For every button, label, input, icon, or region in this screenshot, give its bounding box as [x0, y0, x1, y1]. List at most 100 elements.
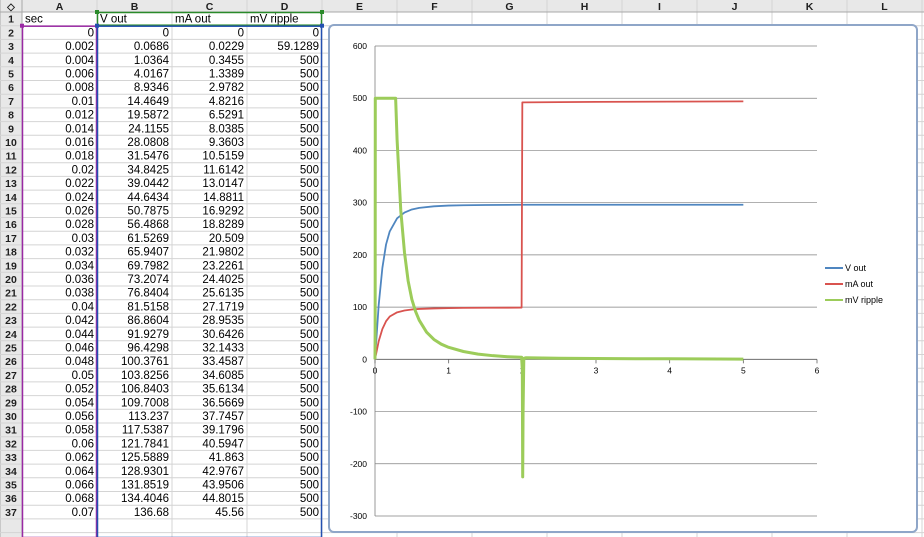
cell-c20[interactable]: 24.4025	[202, 274, 244, 286]
cell-d15[interactable]: 500	[300, 206, 319, 218]
cell-a19[interactable]: 0.034	[65, 260, 94, 272]
cell-c24[interactable]: 30.6426	[202, 329, 244, 341]
cell-b32[interactable]: 121.7841	[121, 438, 169, 450]
range-handle[interactable]	[95, 10, 99, 14]
row-header-2[interactable]: 2	[8, 27, 14, 39]
cell-d9[interactable]: 500	[300, 123, 319, 135]
range-handle[interactable]	[20, 23, 24, 28]
cell-a32[interactable]: 0.06	[72, 438, 94, 450]
cell-d2[interactable]: 0	[313, 27, 319, 39]
cell-c19[interactable]: 23.2261	[202, 260, 244, 272]
row-header-10[interactable]: 10	[5, 137, 17, 149]
cell-a17[interactable]: 0.03	[72, 233, 94, 245]
cell-a34[interactable]: 0.064	[65, 466, 94, 478]
cell-d23[interactable]: 500	[300, 315, 319, 327]
cell-d7[interactable]: 500	[300, 96, 319, 108]
cell-d24[interactable]: 500	[300, 329, 319, 341]
cell-d8[interactable]: 500	[300, 110, 319, 122]
cell-c11[interactable]: 10.5159	[202, 151, 244, 163]
cell-c31[interactable]: 39.1796	[202, 425, 244, 437]
cell-a31[interactable]: 0.058	[65, 425, 94, 437]
row-header-13[interactable]: 13	[5, 178, 17, 190]
cell-b20[interactable]: 73.2074	[127, 274, 169, 286]
row-header-6[interactable]: 6	[8, 82, 14, 94]
cell-a4[interactable]: 0.004	[65, 55, 94, 67]
cell-b18[interactable]: 65.9407	[127, 247, 169, 259]
cell-a20[interactable]: 0.036	[65, 274, 94, 286]
cell-a7[interactable]: 0.01	[72, 96, 94, 108]
row-header-29[interactable]: 29	[5, 397, 17, 409]
row-header-11[interactable]: 11	[5, 151, 16, 163]
cell-a9[interactable]: 0.014	[65, 123, 94, 135]
cell-c17[interactable]: 20.509	[209, 233, 244, 245]
row-header-5[interactable]: 5	[8, 69, 14, 81]
cell-b23[interactable]: 86.8604	[127, 315, 169, 327]
row-header-12[interactable]: 12	[5, 164, 17, 176]
cell-b12[interactable]: 34.8425	[127, 164, 169, 176]
cell-b15[interactable]: 50.7875	[127, 206, 169, 218]
cell-a16[interactable]: 0.028	[65, 219, 94, 231]
cell-b22[interactable]: 81.5158	[127, 301, 169, 313]
cell-c34[interactable]: 42.9767	[202, 466, 244, 478]
row-header-26[interactable]: 26	[5, 356, 17, 368]
row-header-23[interactable]: 23	[5, 315, 17, 327]
cell-a35[interactable]: 0.066	[65, 480, 94, 492]
cell-c35[interactable]: 43.9506	[202, 480, 244, 492]
cell-b35[interactable]: 131.8519	[121, 480, 169, 492]
cell-b24[interactable]: 91.9279	[127, 329, 169, 341]
embedded-chart[interactable]: 600 500 400 300 200 100 0 -100 -200 -300 0 1 2 3 4 5 6 V …	[328, 24, 918, 533]
row-header-28[interactable]: 28	[5, 384, 17, 396]
cell-c2[interactable]: 0	[238, 27, 244, 39]
cell-b28[interactable]: 106.8403	[121, 384, 169, 396]
cell-d19[interactable]: 500	[300, 260, 319, 272]
cell-c27[interactable]: 34.6085	[202, 370, 244, 382]
cell-b14[interactable]: 44.6434	[127, 192, 169, 204]
cell-a15[interactable]: 0.026	[65, 206, 94, 218]
cell-c3[interactable]: 0.0229	[209, 41, 244, 53]
cell-b6[interactable]: 8.9346	[134, 82, 169, 94]
row-header-15[interactable]: 15	[5, 206, 17, 218]
cell-b26[interactable]: 100.3761	[121, 356, 169, 368]
cell-d17[interactable]: 500	[300, 233, 319, 245]
row-header-34[interactable]: 34	[5, 466, 17, 478]
cell-b2[interactable]: 0	[163, 27, 169, 39]
column-header-h[interactable]: H	[581, 1, 589, 13]
column-header-k[interactable]: K	[806, 1, 814, 13]
cell-b5[interactable]: 4.0167	[134, 69, 169, 81]
row-header-1[interactable]: 1	[8, 14, 14, 26]
cell-b7[interactable]: 14.4649	[127, 96, 169, 108]
range-handle[interactable]	[320, 10, 324, 14]
select-all-corner[interactable]: ◇	[6, 2, 15, 13]
row-header-32[interactable]: 32	[5, 438, 17, 450]
cell-a8[interactable]: 0.012	[65, 110, 94, 122]
cell-a12[interactable]: 0.02	[72, 164, 94, 176]
cell-b27[interactable]: 103.8256	[121, 370, 169, 382]
cell-b30[interactable]: 113.237	[128, 411, 169, 423]
cell-d3[interactable]: 59.1289	[277, 41, 319, 53]
cell-a22[interactable]: 0.04	[72, 301, 95, 313]
cell-d16[interactable]: 500	[300, 219, 319, 231]
row-header-36[interactable]: 36	[5, 493, 17, 505]
row-header-20[interactable]: 20	[5, 274, 17, 286]
cell-a2[interactable]: 0	[88, 27, 94, 39]
column-header-j[interactable]: J	[732, 1, 738, 13]
cell-b13[interactable]: 39.0442	[127, 178, 169, 190]
cell-a23[interactable]: 0.042	[65, 315, 94, 327]
cell-c21[interactable]: 25.6135	[202, 288, 244, 300]
cell-c16[interactable]: 18.8289	[202, 219, 244, 231]
cell-d30[interactable]: 500	[300, 411, 319, 423]
cell-c14[interactable]: 14.8811	[203, 192, 244, 204]
column-header-b[interactable]: B	[131, 1, 139, 13]
cell-b9[interactable]: 24.1155	[128, 123, 169, 135]
cell-d11[interactable]: 500	[300, 151, 319, 163]
row-header-18[interactable]: 18	[5, 247, 17, 259]
cell-c23[interactable]: 28.9535	[202, 315, 244, 327]
range-handle[interactable]	[320, 23, 324, 28]
cell-d36[interactable]: 500	[300, 493, 319, 505]
cell-c10[interactable]: 9.3603	[209, 137, 244, 149]
cell-c26[interactable]: 33.4587	[202, 356, 244, 368]
cell-d32[interactable]: 500	[300, 438, 319, 450]
row-header-14[interactable]: 14	[5, 192, 17, 204]
cell-b4[interactable]: 1.0364	[134, 55, 170, 67]
cell-b8[interactable]: 19.5872	[127, 110, 169, 122]
